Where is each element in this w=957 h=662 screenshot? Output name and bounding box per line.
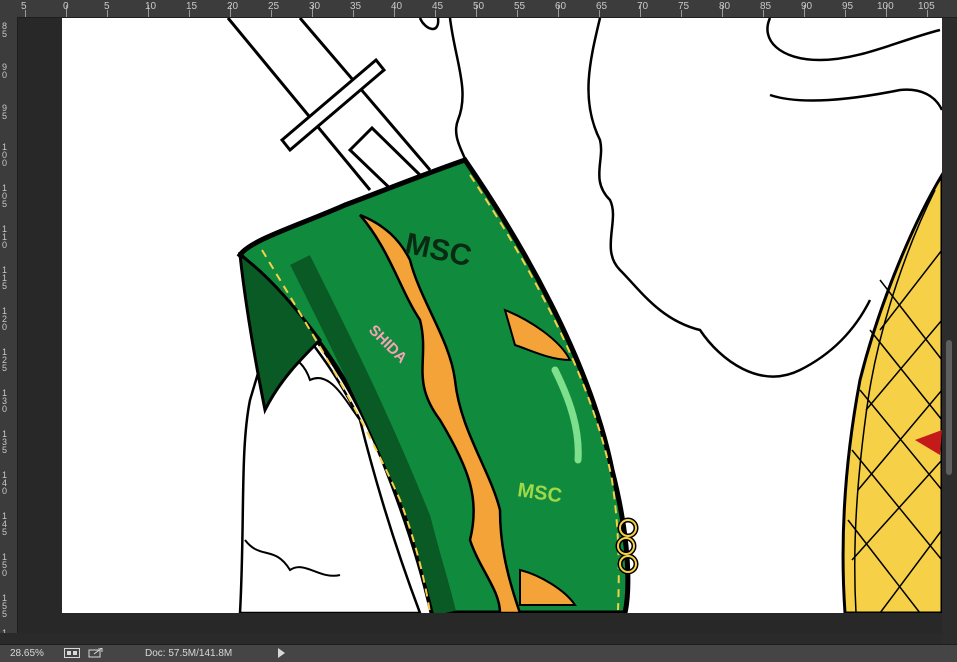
- status-menu-arrow-icon[interactable]: [278, 648, 285, 658]
- scrollbar-thumb[interactable]: [946, 340, 952, 475]
- share-icon[interactable]: [88, 648, 104, 658]
- ruler-label: 95: [2, 103, 8, 121]
- ruler-label: 125: [2, 347, 8, 373]
- ruler-label: 0: [63, 1, 69, 12]
- ruler-label: 100: [2, 142, 8, 168]
- ruler-label: 55: [514, 1, 526, 12]
- ruler-label: 90: [2, 62, 8, 80]
- ruler-label: 110: [2, 224, 8, 250]
- document-canvas[interactable]: MSC SHIDA MSC: [62, 18, 942, 613]
- vertical-ruler[interactable]: 85 90 95 100 105 110 115 120 125 130 135…: [0, 17, 18, 646]
- ruler-label: 85: [760, 1, 772, 12]
- ruler-label: 135: [2, 429, 8, 455]
- ruler-label: 25: [268, 1, 280, 12]
- ruler-label: 45: [432, 1, 444, 12]
- proof-setup-icon[interactable]: [64, 648, 80, 658]
- ruler-label: 15: [186, 1, 198, 12]
- ruler-label: 5: [21, 1, 27, 12]
- vertical-scrollbar[interactable]: [942, 18, 957, 644]
- ruler-label: 85: [2, 21, 8, 39]
- ruler-label: 155: [2, 593, 8, 619]
- artwork-illustration: MSC SHIDA MSC: [226, 18, 942, 613]
- ruler-label: 120: [2, 306, 8, 332]
- document-size-info: Doc: 57.5M/141.8M: [145, 648, 233, 659]
- ruler-label: 150: [2, 552, 8, 578]
- yellow-armor-art: [841, 172, 942, 613]
- ruler-label: 115: [2, 265, 8, 291]
- ruler-label: 95: [842, 1, 854, 12]
- ruler-label: 100: [877, 1, 894, 12]
- ruler-label: 80: [719, 1, 731, 12]
- ruler-label: 30: [309, 1, 321, 12]
- ruler-label: 20: [227, 1, 239, 12]
- ruler-label: 70: [637, 1, 649, 12]
- sword-handle-art: [226, 18, 432, 199]
- ruler-label: 60: [555, 1, 567, 12]
- ruler-label: 50: [473, 1, 485, 12]
- status-bar: 28.65% Doc: 57.5M/141.8M: [0, 644, 957, 662]
- ruler-label: 140: [2, 470, 8, 496]
- ruler-label: 90: [801, 1, 813, 12]
- ruler-label: 10: [145, 1, 157, 12]
- canvas-workspace[interactable]: MSC SHIDA MSC: [18, 18, 942, 644]
- ruler-label: 5: [104, 1, 110, 12]
- horizontal-ruler[interactable]: 5 0 5 10 15 20 25 30 35 40 45 50 55 60 6…: [0, 0, 957, 18]
- ruler-label: 35: [350, 1, 362, 12]
- ruler-label: 40: [391, 1, 403, 12]
- ruler-label: 145: [2, 511, 8, 537]
- ruler-label: 75: [678, 1, 690, 12]
- ruler-label: 105: [2, 183, 8, 209]
- ruler-label: 130: [2, 388, 8, 414]
- ruler-label: 65: [596, 1, 608, 12]
- zoom-level[interactable]: 28.65%: [10, 648, 44, 659]
- ruler-label: 105: [918, 1, 935, 12]
- workspace-bottom-gap: [0, 633, 942, 644]
